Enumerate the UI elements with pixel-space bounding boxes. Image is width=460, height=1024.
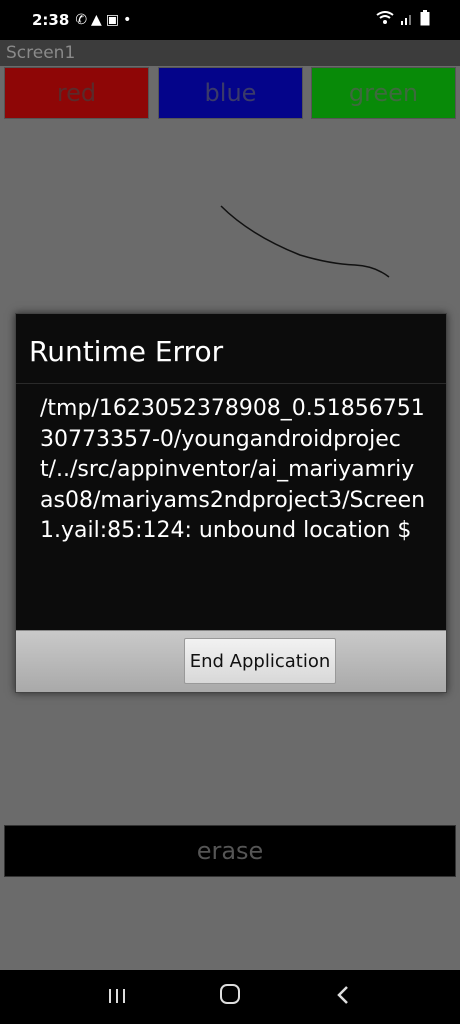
warning-icon: ▲ [91, 12, 102, 28]
signal-icon [400, 11, 414, 29]
end-application-button[interactable]: End Application [184, 638, 336, 684]
status-right [376, 10, 430, 30]
runtime-error-dialog: Runtime Error /tmp/1623052378908_0.51856… [15, 313, 447, 693]
back-icon[interactable] [323, 983, 363, 1011]
dialog-message: /tmp/1623052378908_0.5185675130773357-0/… [40, 396, 426, 543]
whatsapp-icon: ✆ [75, 12, 88, 28]
red-button[interactable]: red [4, 67, 149, 119]
dot-icon: • [123, 12, 132, 28]
teams-icon: ▣ [105, 12, 120, 28]
screen-title: Screen1 [6, 43, 76, 63]
navigation-bar [0, 970, 460, 1024]
status-time: 2:38 [32, 11, 70, 29]
wifi-icon [376, 11, 394, 29]
blue-button[interactable]: blue [158, 67, 303, 119]
battery-icon [420, 10, 430, 30]
green-button[interactable]: green [311, 67, 456, 119]
screen-title-bar: Screen1 [0, 40, 460, 66]
status-bar: 2:38 ✆ ▲ ▣ • [0, 0, 460, 40]
home-icon[interactable] [210, 983, 250, 1011]
recents-icon[interactable] [97, 983, 137, 1011]
dialog-footer: End Application [16, 630, 446, 692]
dialog-title: Runtime Error [16, 314, 446, 384]
erase-button[interactable]: erase [4, 825, 456, 877]
